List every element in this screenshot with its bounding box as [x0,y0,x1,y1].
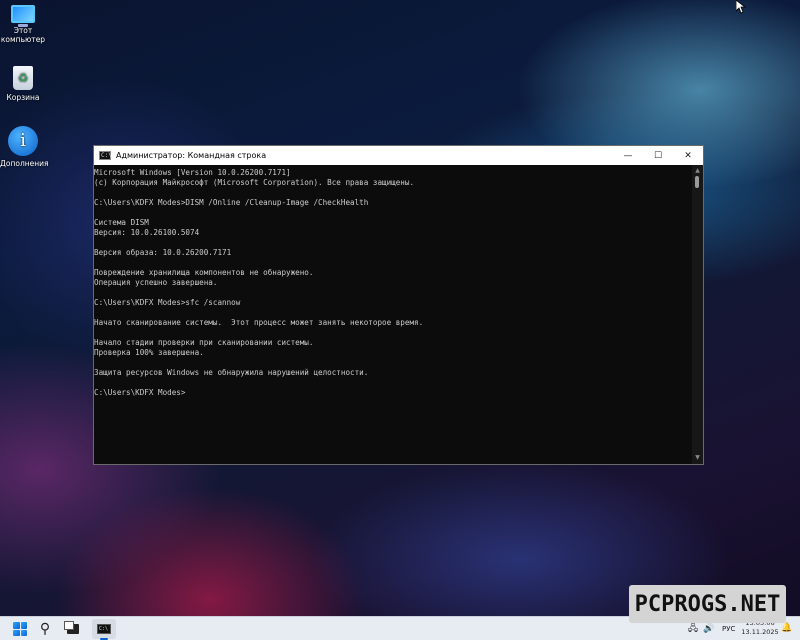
info-icon: i [8,126,38,156]
scroll-up-icon[interactable]: ▲ [692,167,703,175]
cmd-app-icon: C:\ [99,151,112,160]
console-line: Начато сканирование системы. Этот процес… [94,318,424,327]
close-button[interactable]: ✕ [673,146,703,165]
console-line: Повреждение хранилища компонентов не обн… [94,268,314,277]
this-pc-icon [11,5,35,27]
console-line: Операция успешно завершена. [94,278,218,287]
clock-date: 13.11.2025 [741,628,779,636]
window-titlebar[interactable]: C:\ Администратор: Командная строка — ☐ … [94,146,703,165]
scroll-down-icon[interactable]: ▼ [692,454,703,462]
console-output[interactable]: Microsoft Windows [Version 10.0.26200.71… [94,165,692,464]
console-line: Версия образа: 10.0.26200.7171 [94,248,232,257]
task-view-icon [64,621,79,634]
maximize-button[interactable]: ☐ [643,146,673,165]
console-scrollbar[interactable]: ▲ ▼ [692,165,703,464]
console-line: Проверка 100% завершена. [94,348,204,357]
taskbar-item-command-prompt[interactable]: C:\ [92,619,116,640]
console-line: Защита ресурсов Windows не обнаружила на… [94,368,369,377]
console-line: Microsoft Windows [Version 10.0.26200.71… [94,168,291,177]
console-line: Версия: 10.0.26100.5074 [94,228,200,237]
task-view-button[interactable] [63,619,83,639]
minimize-button[interactable]: — [613,146,643,165]
search-icon[interactable]: ⚲ [35,619,55,639]
this-pc-label-line2: компьютер [0,35,46,44]
console-line: (c) Корпорация Майкрософт (Microsoft Cor… [94,178,415,187]
recycle-bin-label: Корзина [6,93,40,102]
desktop-icon-additions[interactable]: i Дополнения [0,126,49,168]
recycle-bin-icon: ♻ [13,66,33,90]
this-pc-label-line1: Этот [13,26,33,35]
desktop-icon-this-pc[interactable]: Этот компьютер [0,5,46,44]
scrollbar-thumb[interactable] [695,176,699,188]
console-line: C:\Users\KDFX Modes>DISM /Online /Cleanu… [94,198,369,207]
start-button[interactable] [10,619,30,639]
cmd-taskbar-icon: C:\ [97,624,111,634]
console-line: C:\Users\KDFX Modes>sfc /scannow [94,298,241,307]
desktop-icon-recycle-bin[interactable]: ♻ Корзина [0,66,46,102]
windows-logo-icon [13,622,27,636]
site-watermark: PCPROGS.NET [629,585,786,623]
console-line: Начало стадии проверки при сканировании … [94,338,314,347]
watermark-text: PCPROGS.NET [634,591,781,617]
window-title: Администратор: Командная строка [116,151,267,160]
command-prompt-window[interactable]: C:\ Администратор: Командная строка — ☐ … [93,145,704,465]
console-line: C:\Users\KDFX Modes> [94,388,186,397]
additions-label: Дополнения [0,159,49,168]
console-line: Система DISM [94,218,149,227]
notification-bell-icon[interactable]: 🔔 [781,623,792,633]
